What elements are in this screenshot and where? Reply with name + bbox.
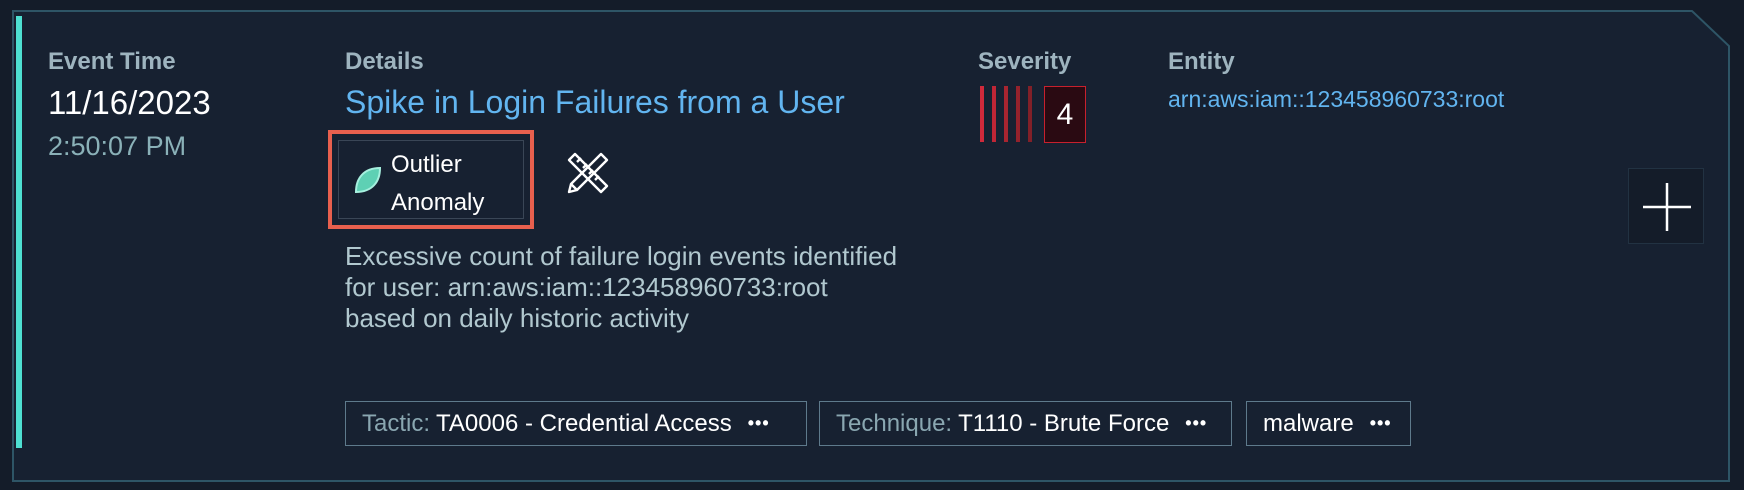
event-date: 11/16/2023 [48,84,211,121]
event-time: 2:50:07 PM [48,131,187,161]
severity-bar-3 [1004,86,1008,142]
tag-more-icon[interactable]: ••• [748,413,770,434]
severity-bars [980,86,1032,142]
tag-key: Technique: [836,409,953,437]
severity-value: 4 [1044,86,1086,143]
outlier-anomaly-badge[interactable]: Outlier Anomaly [328,130,534,229]
tag-key: Tactic: [362,409,431,437]
add-button[interactable] [1628,168,1704,244]
severity-label: Severity [978,48,1072,75]
alert-description: Excessive count of failure login events … [345,241,898,333]
event-time-label: Event Time [48,48,176,75]
badge-label-line1: Outlier [391,151,462,178]
badge-label-line2: Anomaly [391,189,485,216]
tag-more-icon[interactable]: ••• [1185,413,1207,434]
tag-value: malware [1263,409,1354,437]
severity-bar-2 [992,86,996,142]
plus-icon [1643,183,1691,231]
severity-bar-1 [980,86,984,142]
alert-title-link[interactable]: Spike in Login Failures from a User [345,84,845,121]
leaf-icon [354,166,382,194]
entity-label: Entity [1168,48,1235,75]
tag-value: T1110 - Brute Force [958,409,1170,437]
tag-malware[interactable]: malware ••• [1246,401,1411,446]
entity-link[interactable]: arn:aws:iam::123458960733:root [1168,86,1504,113]
pencil-ruler-icon[interactable] [563,148,613,198]
severity-bar-4 [1016,86,1020,142]
details-label: Details [345,48,424,75]
tag-tactic[interactable]: Tactic: TA0006 - Credential Access ••• [345,401,807,446]
badge-label: Outlier Anomaly [391,146,484,222]
tag-more-icon[interactable]: ••• [1370,413,1392,434]
card-accent-bar [16,16,22,448]
severity-bar-5 [1028,86,1032,142]
tag-value: TA0006 - Credential Access [436,409,732,437]
tag-technique[interactable]: Technique: T1110 - Brute Force ••• [819,401,1232,446]
